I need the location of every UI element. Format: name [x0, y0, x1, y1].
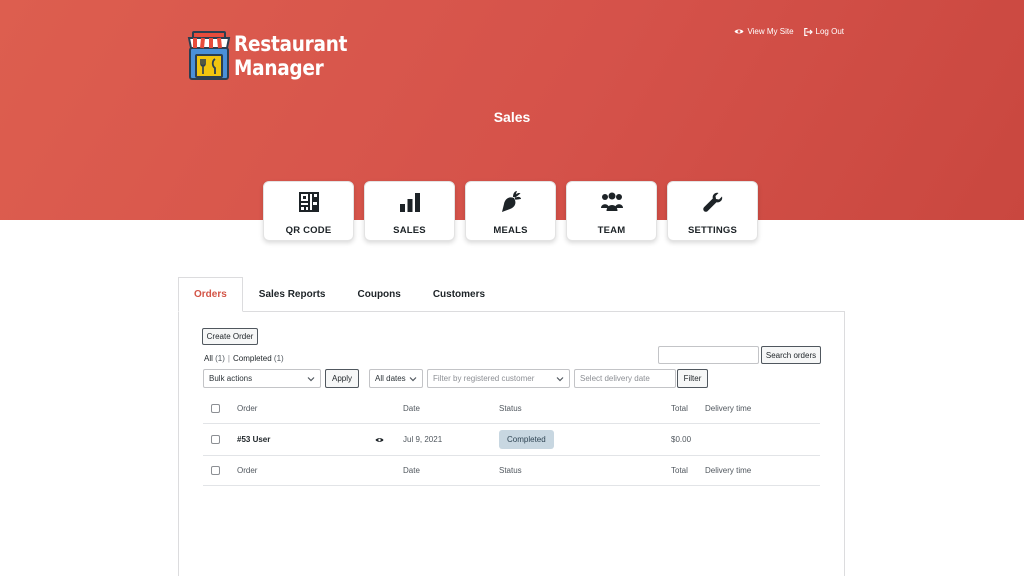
- select-all-checkbox-footer[interactable]: [211, 466, 220, 475]
- qr-code-icon: [298, 191, 320, 213]
- filter-button[interactable]: Filter: [677, 369, 708, 388]
- tab-sales-reports[interactable]: Sales Reports: [243, 277, 342, 312]
- page-title: Sales: [493, 109, 531, 125]
- bar-chart-icon: [399, 191, 421, 213]
- carrot-icon: [500, 191, 522, 213]
- view-completed-count: (1): [273, 354, 284, 363]
- logo-text: Restaurant Manager: [234, 32, 347, 80]
- logo-line-1: Restaurant: [234, 32, 348, 56]
- logout-icon: [803, 27, 813, 36]
- orders-table: Order Date Status Total Delivery time #5…: [203, 394, 820, 486]
- top-links: View My Site Log Out: [734, 27, 844, 36]
- row-checkbox[interactable]: [211, 435, 220, 444]
- views-separator: |: [227, 354, 230, 363]
- view-my-site-link[interactable]: View My Site: [734, 27, 794, 36]
- chevron-down-icon: [307, 375, 315, 384]
- nav-card-sales[interactable]: SALES: [364, 181, 455, 241]
- column-header-order[interactable]: Order: [237, 394, 257, 423]
- log-out-link[interactable]: Log Out: [803, 27, 844, 36]
- restaurant-manager-logo[interactable]: Restaurant Manager: [187, 30, 363, 82]
- table-row[interactable]: #53 User Jul 9, 2021 Completed $0.00: [203, 424, 820, 456]
- view-all-label: All: [204, 354, 213, 363]
- nav-card-team[interactable]: TEAM: [566, 181, 657, 241]
- bulk-actions-value: Bulk actions: [209, 374, 253, 383]
- nav-card-settings[interactable]: SETTINGS: [667, 181, 758, 241]
- dates-filter-select[interactable]: All dates: [369, 369, 423, 388]
- section-tabs: Orders Sales Reports Coupons Customers: [178, 277, 501, 312]
- preview-icon[interactable]: [375, 424, 384, 455]
- logo-line-2: Manager: [234, 56, 324, 80]
- log-out-label: Log Out: [815, 27, 844, 36]
- view-all-link[interactable]: All (1): [204, 354, 225, 363]
- column-header-date[interactable]: Date: [403, 394, 420, 423]
- customer-filter-placeholder: Filter by registered customer: [433, 374, 535, 383]
- bulk-actions-select[interactable]: Bulk actions: [203, 369, 321, 388]
- select-all-checkbox[interactable]: [211, 404, 220, 413]
- nav-card-meals[interactable]: MEALS: [465, 181, 556, 241]
- column-footer-total[interactable]: Total: [671, 456, 688, 485]
- view-completed-link[interactable]: Completed (1): [233, 354, 284, 363]
- column-footer-order[interactable]: Order: [237, 456, 257, 485]
- nav-card-qr-code[interactable]: QR CODE: [263, 181, 354, 241]
- search-orders-input[interactable]: [658, 346, 759, 364]
- tab-orders[interactable]: Orders: [178, 277, 243, 312]
- column-header-status: Status: [499, 404, 522, 413]
- apply-button[interactable]: Apply: [325, 369, 359, 388]
- dates-filter-value: All dates: [375, 374, 406, 383]
- table-header-row: Order Date Status Total Delivery time: [203, 394, 820, 424]
- view-completed-label: Completed: [232, 354, 272, 363]
- storefront-icon: [187, 30, 231, 82]
- column-header-delivery-time: Delivery time: [705, 404, 752, 413]
- chevron-down-icon: [556, 375, 564, 384]
- chevron-down-icon: [409, 375, 417, 384]
- status-badge: Completed: [499, 430, 554, 449]
- column-footer-status: Status: [499, 466, 522, 475]
- eye-icon: [734, 28, 744, 35]
- team-icon: [600, 191, 624, 213]
- nav-label: MEALS: [493, 225, 528, 236]
- search-orders-button[interactable]: Search orders: [761, 346, 821, 364]
- column-header-total[interactable]: Total: [671, 394, 688, 423]
- table-footer-row: Order Date Status Total Delivery time: [203, 456, 820, 486]
- column-footer-delivery-time: Delivery time: [705, 466, 752, 475]
- main-nav: QR CODE SALES MEALS TEAM SETTINGS: [263, 181, 758, 241]
- nav-label: TEAM: [597, 225, 626, 236]
- customer-filter-select[interactable]: Filter by registered customer: [427, 369, 570, 388]
- create-order-button[interactable]: Create Order: [202, 328, 258, 345]
- wrench-icon: [702, 191, 724, 213]
- nav-label: SALES: [393, 225, 426, 236]
- view-all-count: (1): [215, 354, 225, 363]
- column-footer-date[interactable]: Date: [403, 456, 420, 485]
- order-link[interactable]: #53 User: [237, 424, 270, 455]
- order-total: $0.00: [671, 435, 692, 444]
- nav-label: SETTINGS: [687, 225, 738, 236]
- nav-label: QR CODE: [285, 225, 332, 236]
- order-status-views: All (1) | Completed (1): [204, 354, 284, 363]
- order-date: Jul 9, 2021: [403, 435, 443, 444]
- view-my-site-label: View My Site: [747, 27, 794, 36]
- tab-customers[interactable]: Customers: [417, 277, 501, 312]
- tab-coupons[interactable]: Coupons: [342, 277, 417, 312]
- delivery-date-input[interactable]: Select delivery date: [574, 369, 676, 388]
